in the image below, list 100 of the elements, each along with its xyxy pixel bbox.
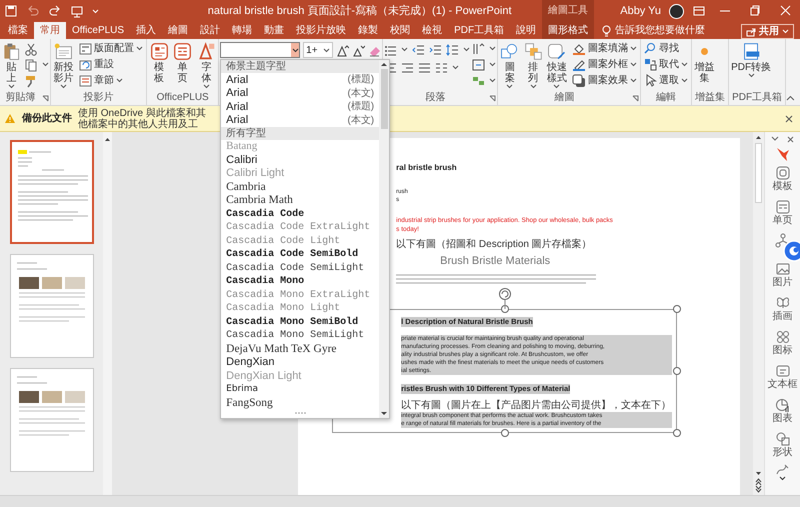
resize-handle[interactable] (673, 428, 682, 436)
ribbon-tab[interactable]: 圖形格式 (542, 22, 594, 39)
ribbon-button[interactable]: 尋找 (642, 41, 690, 56)
font-option[interactable]: DejaVu Math TeX Gyre (221, 342, 380, 356)
font-option[interactable]: Arial (226, 98, 248, 115)
ribbon-button[interactable]: 選取 (642, 73, 690, 88)
ribbon-tab[interactable]: 校閱 (384, 22, 416, 39)
increase-indent-icon[interactable] (429, 44, 442, 56)
ribbon-tab[interactable]: 動畫 (258, 22, 290, 39)
ribbon-tab[interactable]: 繪圖 (162, 22, 194, 39)
sidebar-item[interactable]: 文本框 (768, 360, 798, 394)
rotate-handle[interactable] (496, 286, 513, 308)
sidebar-item[interactable]: 模板 (772, 162, 792, 196)
columns-icon[interactable] (435, 62, 448, 74)
align-right-icon[interactable] (401, 62, 414, 74)
scissors-icon[interactable] (24, 42, 38, 56)
ribbon-display-icon[interactable] (692, 5, 706, 17)
line-spacing-icon[interactable] (446, 44, 460, 56)
floating-assistant-icon[interactable] (782, 240, 800, 262)
bird-logo[interactable] (774, 146, 790, 162)
font-option[interactable]: Cascadia Code SemiLight (221, 262, 380, 275)
scrollbar-thumb[interactable] (755, 143, 762, 203)
sidebar-item[interactable]: 插画 (772, 292, 792, 326)
sidebar-item[interactable]: 图标 (772, 326, 792, 360)
scroll-down-icon[interactable] (380, 410, 388, 418)
tell-me-button[interactable]: 告訴我您想要做什麼 (594, 22, 714, 39)
ribbon-button[interactable]: 重設 (77, 57, 146, 72)
next-page-icon[interactable] (755, 485, 762, 493)
chevron-down-icon[interactable] (771, 136, 779, 142)
sidebar-item[interactable]: 图表 (772, 394, 792, 428)
sidebar-item[interactable]: 图片 (772, 258, 792, 292)
scroll-up-icon[interactable] (755, 134, 762, 141)
font-option[interactable]: Cascadia Mono SemiBold (221, 316, 380, 329)
ribbon-tab[interactable]: 投影片放映 (290, 22, 352, 39)
ribbon-tab[interactable]: 常用 (34, 22, 66, 39)
ribbon-tab[interactable]: 轉場 (226, 22, 258, 39)
ribbon-button[interactable]: 排列 (522, 41, 544, 90)
save-icon[interactable] (4, 4, 18, 18)
ribbon-tab[interactable]: 檢視 (416, 22, 448, 39)
ribbon-button[interactable]: 字体 (196, 41, 218, 90)
font-option[interactable]: Cascadia Mono SemiLight (221, 329, 380, 342)
font-name-field[interactable] (220, 42, 300, 58)
font-option[interactable]: Cambria (221, 180, 380, 194)
ribbon-tab[interactable]: OfficePLUS (66, 22, 130, 39)
ribbon-button[interactable]: 快速樣式 (546, 41, 568, 90)
font-option[interactable]: Cascadia Code SemiBold (221, 248, 380, 262)
ribbon-button[interactable]: 新投影片 (52, 41, 76, 90)
ribbon-tab[interactable]: 設計 (194, 22, 226, 39)
dialog-launcher-icon[interactable] (42, 95, 50, 102)
scrollbar[interactable] (753, 132, 764, 495)
share-button[interactable]: 共用 (741, 24, 794, 39)
ribbon-button[interactable]: 版面配置 (77, 41, 146, 56)
avatar[interactable] (669, 4, 684, 18)
scrollbar-thumb[interactable] (380, 69, 388, 129)
dialog-launcher-icon[interactable] (632, 95, 640, 102)
grow-font-icon[interactable] (336, 44, 350, 56)
ribbon-tab[interactable]: 檔案 (2, 22, 34, 39)
redo-icon[interactable] (48, 4, 62, 18)
shrink-font-icon[interactable] (352, 44, 366, 56)
font-option[interactable]: Cambria Math (221, 194, 380, 208)
ribbon-button[interactable]: 圖案外框 (570, 57, 640, 72)
decrease-indent-icon[interactable] (412, 44, 426, 56)
resize-handle[interactable] (500, 304, 509, 312)
collapse-ribbon-icon[interactable] (786, 95, 795, 101)
resize-grip-icon[interactable] (293, 410, 308, 416)
ribbon-button[interactable]: 章節 (77, 73, 146, 88)
presentation-icon[interactable] (70, 4, 84, 18)
ribbon-button[interactable]: PDF转换 (730, 41, 772, 79)
text-direction-icon[interactable] (472, 42, 486, 54)
close-icon[interactable] (787, 136, 794, 142)
resize-handle[interactable] (673, 304, 682, 312)
ribbon-tab[interactable]: 說明 (510, 22, 542, 39)
ribbon-button[interactable]: 貼上 (1, 41, 22, 90)
font-option[interactable]: FangSong (221, 396, 380, 410)
font-option[interactable]: Arial (226, 112, 248, 128)
ribbon-button[interactable]: 模板 (148, 41, 170, 85)
resize-handle[interactable] (500, 428, 509, 436)
font-option[interactable]: Calibri (221, 154, 380, 167)
dialog-launcher-icon[interactable] (489, 95, 496, 102)
close-icon[interactable] (784, 114, 794, 124)
scrollbar[interactable] (379, 60, 390, 418)
bullet-list-icon[interactable] (384, 44, 398, 56)
ribbon-tab[interactable]: 錄製 (352, 22, 384, 39)
justify-icon[interactable] (418, 62, 432, 74)
font-option[interactable]: Arial (226, 72, 248, 88)
font-option[interactable]: DengXian (221, 356, 380, 370)
ribbon-button[interactable]: 增益集 (693, 41, 716, 85)
sidebar-item[interactable]: 单页 (772, 196, 792, 230)
ribbon-button[interactable]: 圖案效果 (570, 73, 640, 88)
align-text-icon[interactable] (472, 58, 486, 70)
font-option[interactable]: Cascadia Code (221, 208, 380, 221)
ribbon-tab[interactable]: PDF工具箱 (448, 22, 510, 39)
ribbon-button[interactable]: 单页 (172, 41, 194, 85)
font-option[interactable]: Ebrima (221, 383, 380, 396)
sidebar-item[interactable]: 形状 (772, 428, 792, 462)
previous-page-icon[interactable] (755, 477, 762, 485)
font-size-field[interactable]: 1+ (303, 42, 334, 58)
scroll-up-icon[interactable] (104, 136, 111, 143)
ribbon-button[interactable]: 圖案填滿 (570, 41, 640, 56)
font-option[interactable]: Cascadia Mono (221, 275, 380, 288)
